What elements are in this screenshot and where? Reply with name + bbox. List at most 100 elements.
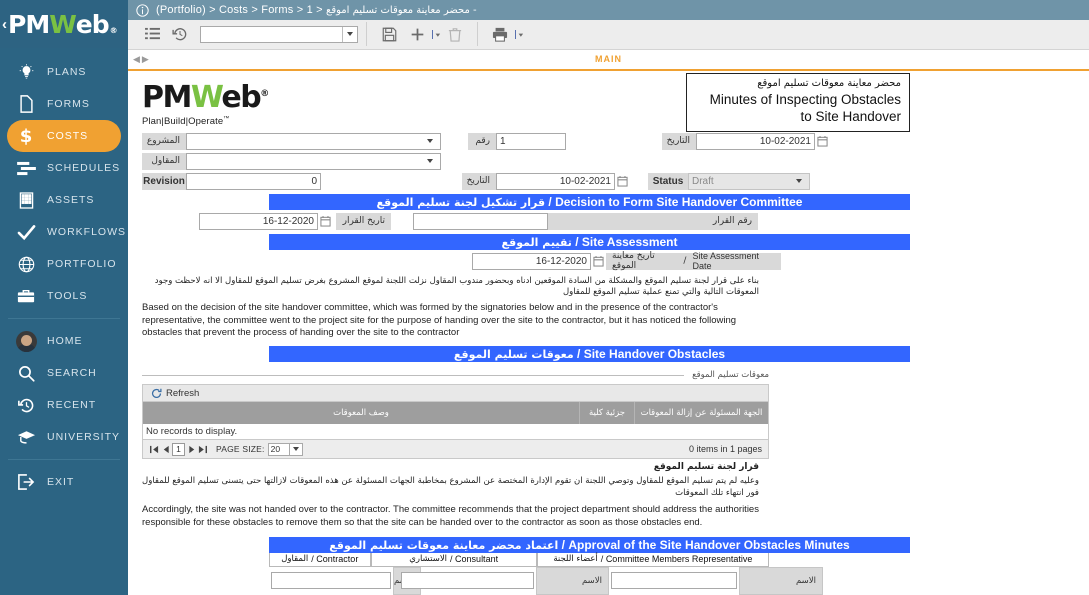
consultant-name-input[interactable] [401, 572, 534, 590]
search-icon [13, 365, 39, 382]
form-header: PMWeb® Plan|Build|Operate™ محضر معاينة م… [128, 71, 1089, 133]
page-size-value[interactable]: 20 [267, 442, 290, 456]
chevron-down-icon[interactable] [792, 174, 806, 189]
sidebar-item-university[interactable]: UNIVERSITY [7, 421, 121, 453]
decision-date-input[interactable]: 16-12-2020 [199, 212, 318, 230]
print-dropdown-chevron-icon[interactable] [515, 29, 524, 40]
sidebar-item-forms[interactable]: FORMS [7, 88, 121, 120]
grid-col-partial-total[interactable]: جزئية كلية [580, 402, 635, 425]
obstacles-grid: Refresh وصف المعوقات جزئية كلية الجهة ال… [142, 384, 769, 460]
breadcrumb[interactable]: (Portfolio) > Costs > Forms > 1 > محضر م… [156, 4, 477, 16]
chevron-down-icon[interactable] [289, 442, 303, 456]
calendar-icon[interactable] [617, 174, 630, 188]
committee-name-input[interactable] [611, 572, 737, 590]
assessment-date-input[interactable]: 16-12-2020 [472, 252, 591, 270]
grid-col-description[interactable]: وصف المعوقات [143, 402, 580, 425]
form-title-english: Minutes of Inspecting Obstacles to Site … [709, 91, 901, 124]
calendar-icon[interactable] [320, 214, 333, 228]
brand-registered: ® [109, 25, 118, 35]
approval-col-consultant: الاستشاري / Consultant [370, 552, 537, 567]
sidebar-item-schedules[interactable]: SCHEDULES [7, 152, 121, 184]
assessment-label-arabic: تاريخ معاينة الموقع [612, 251, 655, 272]
sidebar-item-portfolio[interactable]: PORTFOLIO [7, 248, 121, 280]
globe-icon [13, 256, 39, 273]
grid-col-responsible-party[interactable]: الجهة المسئولة عن إزالة المعوقات [635, 402, 768, 424]
refresh-button[interactable]: Refresh [166, 388, 199, 399]
sidebar-item-recent[interactable]: RECENT [7, 389, 121, 421]
section-assessment-english: Site Assessment [581, 234, 678, 249]
pmweb-logo-sidebar[interactable]: ‹ PM Web ® [0, 0, 128, 48]
decision-fields: 16-12-2020 تاريخ القرار رقم القرار [142, 212, 1089, 230]
approval-name-row: الاسم الاسم الاسم [269, 566, 823, 595]
dollar-icon: $ [13, 127, 39, 146]
sidebar-item-plans[interactable]: PLANS [7, 56, 121, 88]
tab-main[interactable]: MAIN [128, 54, 1089, 64]
brand-pm: PM [8, 9, 50, 39]
chevron-down-icon[interactable] [342, 26, 357, 42]
history-icon[interactable] [166, 21, 194, 47]
sidebar-primary-nav: PLANS FORMS $ COSTS SCHEDULES ASSETS WOR… [0, 48, 128, 312]
contractor-name-input[interactable] [271, 572, 391, 590]
sidebar-divider-1 [8, 318, 120, 319]
grid-toolbar: Refresh [143, 385, 768, 403]
legend-rule [142, 374, 685, 376]
approval-col-contractor: المقاول / Contractor [269, 552, 371, 567]
add-dropdown-chevron-icon[interactable] [432, 29, 441, 40]
status-select[interactable]: Draft [688, 172, 810, 190]
revision-input[interactable]: 0 [186, 172, 321, 190]
status-label: Status [648, 172, 688, 190]
chevron-down-icon[interactable] [423, 134, 437, 149]
save-button[interactable] [375, 21, 403, 47]
date2-input[interactable]: 10-02-2021 [496, 172, 615, 190]
next-page-icon[interactable] [186, 443, 197, 456]
sidebar-item-home[interactable]: HOME [7, 325, 121, 357]
section-decision-arabic: قرار تشكيل لجنة تسليم الموقع [376, 195, 546, 209]
building-icon [13, 191, 39, 209]
project-select[interactable] [186, 132, 441, 150]
sidebar-item-assets[interactable]: ASSETS [7, 184, 121, 216]
grid-pager: 1 PAGE SIZE: 20 0 items in 1 pages [143, 439, 768, 459]
sidebar-item-search[interactable]: SEARCH [7, 357, 121, 389]
sidebar-divider-2 [8, 459, 120, 460]
form-title-box: محضر معاينة معوقات تسليم اموقع Minutes o… [686, 72, 910, 133]
first-page-icon[interactable] [149, 443, 160, 456]
sidebar-label-schedules: SCHEDULES [47, 162, 121, 174]
prev-page-icon[interactable] [160, 443, 171, 456]
check-icon [13, 224, 39, 241]
sidebar-item-costs[interactable]: $ COSTS [7, 120, 121, 152]
committee-decision-arabic: وعليه لم يتم تسليم الموقع للمقاول وتوصي … [142, 476, 759, 498]
last-page-icon[interactable] [197, 443, 208, 456]
number-input[interactable]: 1 [496, 132, 566, 150]
decision-no-input[interactable] [413, 212, 548, 230]
calendar-icon[interactable] [817, 134, 830, 148]
top-breadcrumb-bar: (Portfolio) > Costs > Forms > 1 > محضر م… [128, 0, 1089, 21]
approval-col-consultant-english: Consultant [455, 554, 499, 565]
contractor-select[interactable] [186, 152, 441, 170]
field-row-2: المقاول [142, 152, 1089, 170]
assessment-paragraph-arabic: بناء على قرار لجنة تسليم الموقع والمشكلة… [154, 275, 759, 298]
add-button-split[interactable] [403, 21, 441, 47]
toolbar-dropdown[interactable] [200, 25, 358, 43]
info-icon[interactable] [136, 3, 149, 17]
page-number-input[interactable]: 1 [172, 442, 185, 456]
sidebar-item-tools[interactable]: TOOLS [7, 280, 121, 312]
plus-icon[interactable] [403, 21, 431, 47]
print-button-split[interactable] [486, 21, 524, 47]
refresh-icon[interactable] [151, 388, 162, 399]
sidebar-item-exit[interactable]: EXIT [7, 466, 121, 498]
chevron-down-icon[interactable] [423, 154, 437, 169]
list-icon[interactable] [138, 21, 166, 47]
form-title-arabic: محضر معاينة معوقات تسليم اموقع [757, 77, 901, 89]
brand-eb: eb [75, 9, 110, 39]
assessment-label-english: Site Assessment Date [692, 251, 759, 272]
section-obstacles-arabic: معوقات تسليم الموقع [453, 348, 574, 362]
calendar-icon[interactable] [593, 254, 606, 268]
sidebar-item-workflows[interactable]: WORKFLOWS [7, 216, 125, 248]
print-icon[interactable] [486, 21, 514, 47]
sidebar-collapse-chevron-icon[interactable]: ‹ [2, 17, 7, 32]
trash-icon[interactable] [441, 21, 469, 47]
site-handover-form: PMWeb® Plan|Build|Operate™ محضر معاينة م… [128, 71, 1089, 595]
date-input[interactable]: 10-02-2021 [696, 132, 815, 150]
approval-name-label-consultant: الاسم [536, 566, 609, 595]
section-approval-header: اعتماد محضر معاينة معوقات تسليم الموقع /… [269, 536, 910, 553]
